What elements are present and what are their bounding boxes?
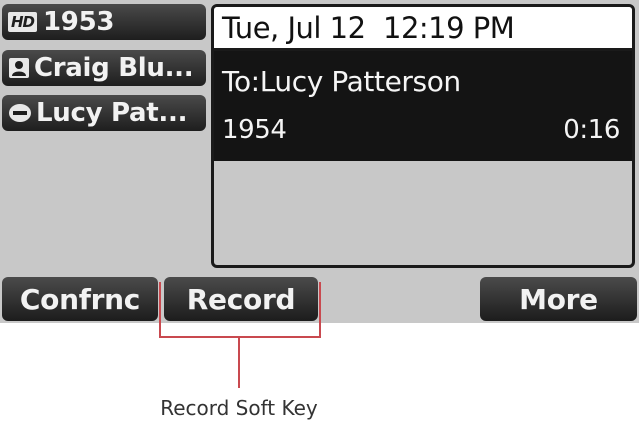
line-key-label: Lucy Pat...: [36, 98, 188, 128]
line-key-label: 1953: [43, 7, 115, 37]
line-key-1953[interactable]: HD 1953: [2, 4, 206, 40]
line-key-craig-blu[interactable]: Craig Blu...: [2, 50, 206, 86]
hd-badge-icon: HD: [8, 12, 39, 32]
call-recipient: To:Lucy Patterson: [222, 65, 461, 98]
active-call-icon: [8, 102, 32, 124]
more-soft-key[interactable]: More: [480, 277, 637, 321]
call-panel: Tue, Jul 12 12:19 PM To:Lucy Patterson 1…: [211, 4, 635, 268]
active-call-row[interactable]: To:Lucy Patterson 1954 0:16: [214, 51, 632, 161]
call-number: 1954: [222, 115, 287, 145]
callout-bracket: [159, 282, 321, 338]
person-icon: [8, 57, 30, 79]
line-key-lucy-pat[interactable]: Lucy Pat...: [2, 95, 206, 131]
call-duration: 0:16: [563, 115, 620, 145]
date-time: Tue, Jul 12 12:19 PM: [214, 7, 632, 51]
callout-line: [238, 338, 240, 388]
confrnc-soft-key[interactable]: Confrnc: [2, 277, 158, 321]
phone-screen: HD 1953 Craig Blu... Lucy Pat... Tue, Ju…: [0, 0, 639, 323]
line-key-label: Craig Blu...: [34, 53, 194, 83]
callout-label: Record Soft Key: [160, 396, 318, 420]
